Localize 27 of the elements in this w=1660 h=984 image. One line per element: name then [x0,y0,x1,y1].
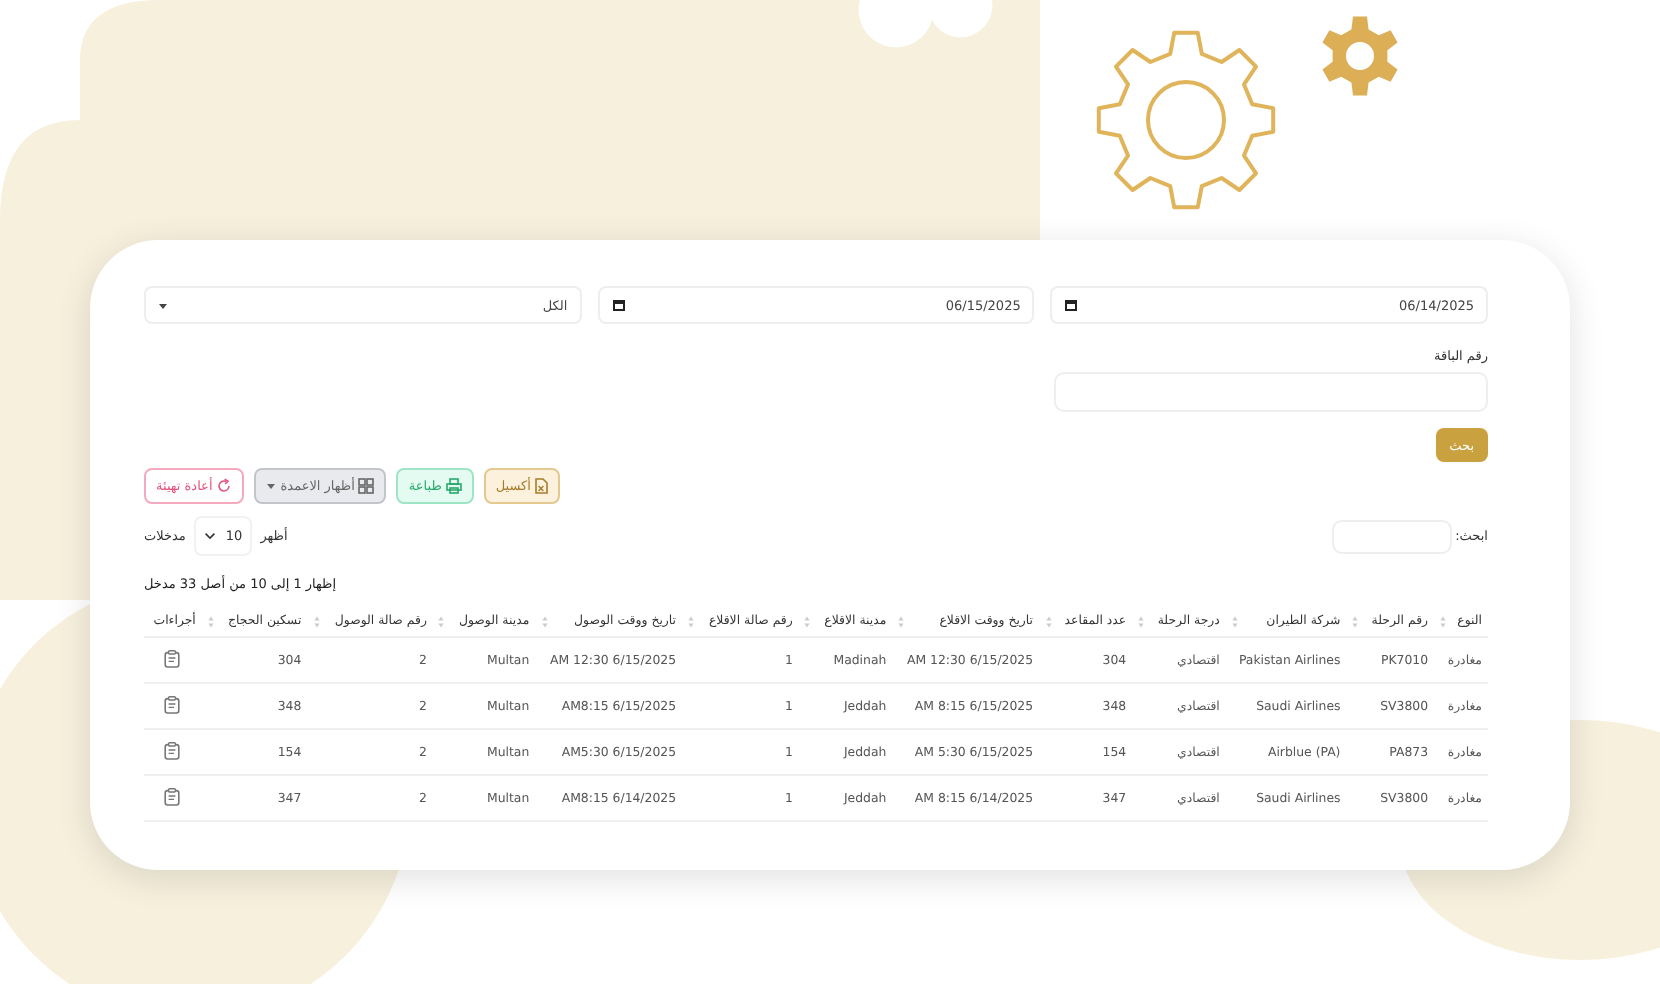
sort-icon[interactable] [1045,615,1052,627]
sort-icon[interactable] [804,615,811,627]
sort-icon[interactable] [541,615,548,627]
grid-icon [358,478,375,494]
sort-icon[interactable] [438,615,445,627]
sort-icon[interactable] [313,615,320,627]
sort-icon[interactable] [1352,615,1359,627]
sort-icon[interactable] [688,615,695,627]
reset-icon [216,478,233,494]
sort-icon[interactable] [207,615,214,627]
clipboard-icon[interactable] [164,695,181,713]
clipboard-icon[interactable] [164,649,181,667]
calendar-icon[interactable] [1064,298,1079,312]
gear-outline-icon [1096,30,1276,210]
sort-icon[interactable] [1440,615,1447,627]
sort-icon[interactable] [1138,615,1145,627]
caret-icon[interactable] [158,301,168,309]
sort-icon[interactable] [1231,615,1238,627]
chevron-icon[interactable] [203,532,216,540]
calendar-icon[interactable] [611,298,626,312]
file-icon [534,478,549,494]
clipboard-icon[interactable] [164,787,181,805]
printer-icon [445,478,462,494]
caret-icon [266,482,277,490]
gear-icon [1322,16,1398,96]
clipboard-icon[interactable] [164,741,181,759]
sort-icon[interactable] [898,615,905,627]
